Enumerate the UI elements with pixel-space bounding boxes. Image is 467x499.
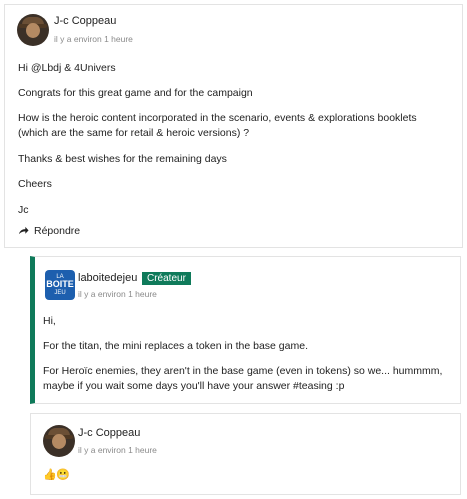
comment-text: Cheers	[18, 178, 52, 190]
author-name[interactable]: J-c Coppeau	[78, 427, 140, 439]
comment-text: Thanks & best wishes for the remaining d…	[18, 153, 227, 165]
avatar[interactable]	[17, 14, 49, 46]
comment-text: Congrats for this great game and for the…	[18, 87, 253, 99]
reply-label: Répondre	[34, 225, 81, 237]
author-name[interactable]: laboitedejeu	[78, 272, 137, 284]
avatar[interactable]: LA BOITE JEU	[45, 270, 75, 300]
author-name[interactable]: J-c Coppeau	[54, 15, 116, 27]
timestamp: il y a environ 1 heure	[78, 289, 157, 299]
reply-arrow-icon	[18, 226, 29, 235]
comment-text: For Heroïc enemies, they aren't in the b…	[43, 365, 443, 392]
avatar[interactable]	[43, 425, 75, 457]
comment-text: How is the heroic content incorporated i…	[18, 112, 417, 139]
timestamp: il y a environ 1 heure	[78, 445, 157, 455]
timestamp: il y a environ 1 heure	[54, 34, 133, 44]
comment-text: For the titan, the mini replaces a token…	[43, 340, 308, 352]
comment-text: Jc	[18, 204, 29, 216]
comment-text: Hi,	[43, 315, 56, 327]
comment-text: Hi @Lbdj & 4Univers	[18, 62, 116, 74]
grimace-emoji: 😬	[56, 469, 70, 481]
thumbs-up-emoji: 👍	[43, 469, 57, 481]
creator-badge: Créateur	[142, 272, 191, 285]
